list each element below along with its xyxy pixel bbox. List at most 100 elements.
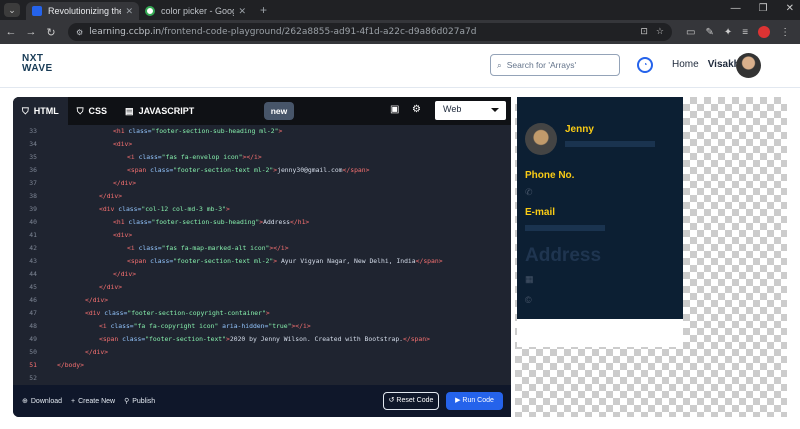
code-line[interactable]: 36 <span class="footer-section-text ml-2"… <box>13 164 511 177</box>
site-info-icon[interactable]: ⚙ <box>76 28 83 37</box>
code-line[interactable]: 44 </div> <box>13 268 511 281</box>
code-line[interactable]: 37 </div> <box>13 177 511 190</box>
js-file-icon: ▤ <box>125 105 134 116</box>
preview-name: Jenny <box>565 124 594 135</box>
close-tab-icon[interactable]: ✕ <box>238 6 246 17</box>
tab-css[interactable]: ⛉ CSS <box>68 97 116 125</box>
code-text: <div> <box>113 231 133 239</box>
forward-icon[interactable]: → <box>22 26 40 38</box>
line-number: 45 <box>29 283 37 291</box>
code-text: <h1 class="footer-section-sub-heading ml… <box>113 127 283 135</box>
bookmark-icon[interactable]: ☆ <box>656 27 664 37</box>
reset-code-button[interactable]: ↺ Reset Code <box>383 392 439 410</box>
code-line[interactable]: 33 <h1 class="footer-section-sub-heading … <box>13 125 511 138</box>
close-tab-icon[interactable]: ✕ <box>125 6 133 17</box>
media-icon[interactable]: ≡ <box>742 27 748 38</box>
line-number: 38 <box>29 192 37 200</box>
line-number: 48 <box>29 322 37 330</box>
nxtwave-logo[interactable]: NXT WAVE <box>22 54 53 74</box>
line-number: 34 <box>29 140 37 148</box>
window-controls: — ❐ ✕ <box>731 3 794 14</box>
line-number: 43 <box>29 257 37 265</box>
select-value: Web <box>443 104 462 114</box>
line-number: 37 <box>29 179 37 187</box>
avatar[interactable] <box>736 53 761 78</box>
code-line[interactable]: 47 <div class="footer-section-copyright-c… <box>13 307 511 320</box>
eyedropper-icon[interactable]: ✎ <box>705 27 713 38</box>
code-text: <span class="footer-section-text ml-2"> … <box>127 257 443 265</box>
new-tab-icon[interactable]: + <box>260 3 267 17</box>
save-icon[interactable]: ▣ <box>390 104 399 115</box>
code-line[interactable]: 45 </div> <box>13 281 511 294</box>
restore-icon[interactable]: ❐ <box>759 3 768 14</box>
browser-tab-active[interactable]: Revolutionizing the Job Market ✕ <box>26 2 139 20</box>
line-number: 39 <box>29 205 37 213</box>
code-line[interactable]: 46 </div> <box>13 294 511 307</box>
faint-text <box>565 141 655 147</box>
streak-icon[interactable]: ◔ <box>637 57 653 73</box>
create-new-button[interactable]: + Create New <box>71 398 115 405</box>
code-text: </div> <box>85 348 109 356</box>
extension-icon[interactable]: ▭ <box>686 27 695 38</box>
broadcast-icon: ⚲ <box>124 398 130 405</box>
tab-javascript[interactable]: ▤ JAVASCRIPT <box>116 97 203 125</box>
code-area[interactable]: 33 <h1 class="footer-section-sub-heading … <box>13 125 511 385</box>
code-line[interactable]: 43 <span class="footer-section-text ml-2"… <box>13 255 511 268</box>
line-number: 46 <box>29 296 37 304</box>
back-icon[interactable]: ← <box>2 26 20 38</box>
tab-strip: ⌄ Revolutionizing the Job Market ✕ color… <box>0 0 800 20</box>
line-number: 44 <box>29 270 37 278</box>
line-number: 36 <box>29 166 37 174</box>
line-number: 40 <box>29 218 37 226</box>
reload-icon[interactable]: ↻ <box>42 26 60 39</box>
code-text: </div> <box>99 192 123 200</box>
puzzle-icon[interactable]: ✦ <box>724 27 732 38</box>
editor-footer: ⊕ Download + Create New ⚲ Publish ↺ Reset C… <box>13 385 511 417</box>
code-line[interactable]: 48 <i class="fa fa-copyright icon" aria-h… <box>13 320 511 333</box>
close-window-icon[interactable]: ✕ <box>786 3 794 14</box>
download-button[interactable]: ⊕ Download <box>22 397 62 406</box>
code-line[interactable]: 39 <div class="col-12 col-md-3 mb-3"> <box>13 203 511 216</box>
code-line[interactable]: 38 </div> <box>13 190 511 203</box>
code-text: <i class="fa fa-copyright icon" aria-hid… <box>99 322 311 330</box>
home-link[interactable]: Home <box>672 59 699 70</box>
view-select[interactable]: Web <box>435 101 506 120</box>
code-line[interactable]: 40 <h1 class="footer-section-sub-heading"… <box>13 216 511 229</box>
code-line[interactable]: 41 <div> <box>13 229 511 242</box>
tab-search-button[interactable]: ⌄ <box>4 3 20 17</box>
profile-avatar[interactable] <box>758 26 771 38</box>
tab-html[interactable]: ⛉ HTML <box>13 97 68 125</box>
google-favicon-icon <box>145 6 155 16</box>
browser-toolbar: ← → ↻ ⚙ learning.ccbp.in/frontend-code-p… <box>0 20 800 44</box>
preview-pane: Jenny Phone No. ✆ E-mail Address ▦ © <box>515 97 787 417</box>
publish-button[interactable]: ⚲ Publish <box>124 397 155 406</box>
code-text: </div> <box>113 179 137 187</box>
browser-chrome: ⌄ Revolutionizing the Job Market ✕ color… <box>0 0 800 44</box>
code-line[interactable]: 52 <box>13 372 511 385</box>
minimize-icon[interactable]: — <box>731 3 741 14</box>
line-number: 51 <box>29 361 37 369</box>
code-line[interactable]: 50 </div> <box>13 346 511 359</box>
user-name[interactable]: Visakh <box>708 59 740 70</box>
url-path: /frontend-code-playground/262a8855-ad91-… <box>161 27 477 37</box>
code-text: <h1 class="footer-section-sub-heading">A… <box>113 218 310 226</box>
code-text: <i class="fas fa-envelop icon"></i> <box>127 153 262 161</box>
install-icon[interactable]: ⊡ <box>640 27 648 37</box>
phone-icon: ✆ <box>525 187 533 197</box>
code-line[interactable]: 51 </body> <box>13 359 511 372</box>
search-input[interactable]: ⌕ Search for 'Arrays' <box>490 54 620 76</box>
button-label: Reset Code <box>396 397 434 404</box>
menu-icon[interactable]: ⋮ <box>780 27 790 38</box>
code-line[interactable]: 49 <span class="footer-section-text">2020… <box>13 333 511 346</box>
search-placeholder: Search for 'Arrays' <box>506 60 577 70</box>
code-line[interactable]: 42 <i class="fas fa-map-marked-alt icon">… <box>13 242 511 255</box>
code-line[interactable]: 35 <i class="fas fa-envelop icon"></i> <box>13 151 511 164</box>
new-button[interactable]: new <box>264 102 294 120</box>
code-editor: ⛉ HTML ⛉ CSS ▤ JAVASCRIPT new ▣ ⚙ Web 33 <h1… <box>13 97 511 417</box>
run-code-button[interactable]: ▶ Run Code <box>446 392 503 410</box>
gear-icon[interactable]: ⚙ <box>412 104 421 115</box>
address-bar[interactable]: ⚙ learning.ccbp.in/frontend-code-playgro… <box>68 23 672 41</box>
tab-label: CSS <box>88 106 108 116</box>
code-line[interactable]: 34 <div> <box>13 138 511 151</box>
browser-tab[interactable]: color picker - Google Search ✕ <box>139 2 252 20</box>
